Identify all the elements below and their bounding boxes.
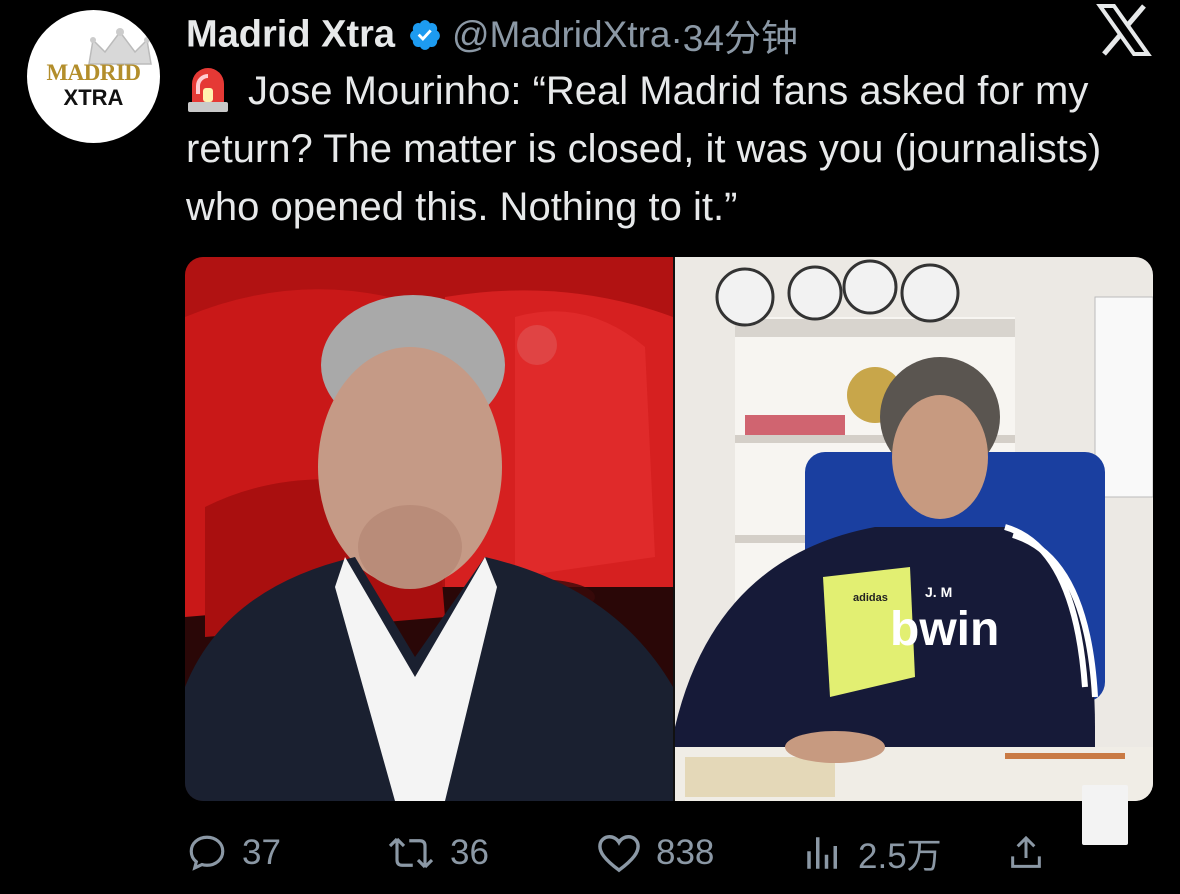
tweet-body: Jose Mourinho: “Real Madrid fans asked f… xyxy=(186,69,1102,229)
reply-count: 37 xyxy=(242,833,281,872)
photo-mourinho-benfica[interactable] xyxy=(185,257,673,801)
avatar-text-line1: MADRID xyxy=(46,60,141,85)
retweet-button[interactable]: 36 xyxy=(386,828,489,878)
avatar-text-line2: XTRA xyxy=(63,85,124,110)
share-button[interactable] xyxy=(1006,828,1060,878)
action-bar: 37 36 838 2.5万 xyxy=(186,828,1180,878)
display-name[interactable]: Madrid Xtra xyxy=(186,14,395,56)
account-avatar[interactable]: MADRID XTRA xyxy=(27,10,160,143)
like-count: 838 xyxy=(656,833,715,872)
share-icon xyxy=(1011,835,1041,868)
tweet-text: Jose Mourinho: “Real Madrid fans asked f… xyxy=(186,62,1166,236)
tweet-media[interactable]: bwin J. M adidas xyxy=(185,257,1153,801)
verified-badge-icon xyxy=(409,20,440,50)
siren-icon xyxy=(188,68,228,112)
jersey-sponsor: bwin xyxy=(890,603,999,656)
like-button[interactable]: 838 xyxy=(596,828,714,878)
jersey-brand: adidas xyxy=(853,592,888,604)
jersey-initials: J. M xyxy=(925,584,952,600)
photo-mourinho-realmadrid[interactable]: bwin J. M adidas xyxy=(675,257,1153,801)
heart-icon xyxy=(598,835,640,873)
reply-button[interactable]: 37 xyxy=(186,828,281,878)
views-count: 2.5万 xyxy=(858,836,942,876)
views-button[interactable]: 2.5万 xyxy=(802,828,942,878)
reply-icon xyxy=(189,835,225,871)
x-logo-icon[interactable] xyxy=(1096,4,1152,56)
retweet-icon xyxy=(388,837,434,869)
tweet-header: Madrid Xtra @MadridXtra·34分钟 xyxy=(186,8,798,60)
retweet-count: 36 xyxy=(450,833,489,872)
account-handle[interactable]: @MadridXtra xyxy=(452,14,671,55)
post-time[interactable]: ·34分钟 xyxy=(670,18,797,59)
views-chart-icon xyxy=(807,837,837,869)
